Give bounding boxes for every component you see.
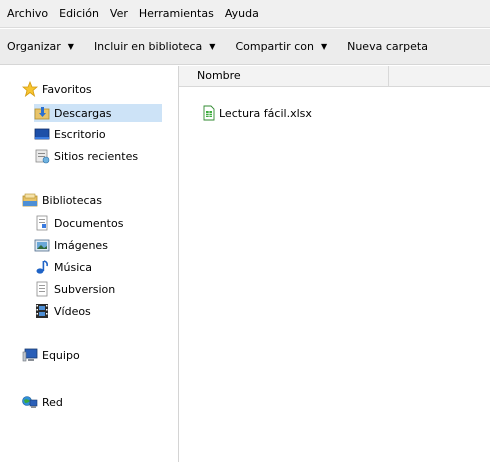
star-icon (22, 81, 38, 97)
include-in-library-button[interactable]: Incluir en biblioteca ▼ (89, 29, 221, 65)
nav-item-escritorio[interactable]: Escritorio (34, 125, 106, 143)
recent-places-icon (34, 148, 50, 164)
pictures-icon (34, 237, 50, 253)
file-list: Lectura fácil.xlsx (179, 88, 490, 462)
nav-item-label: Subversion (54, 282, 116, 296)
nav-item-descargas[interactable]: Descargas (34, 104, 162, 122)
new-folder-label: Nueva carpeta (347, 39, 428, 53)
nav-item-sitios-recientes[interactable]: Sitios recientes (34, 147, 138, 165)
downloads-folder-icon (34, 105, 50, 121)
column-header-name[interactable]: Nombre (179, 66, 389, 86)
menu-archivo[interactable]: Archivo (3, 0, 52, 28)
nav-item-label: Descargas (54, 106, 112, 120)
nav-item-label: Imágenes (54, 238, 108, 252)
computer-icon (22, 347, 38, 363)
desktop-icon (34, 126, 50, 142)
music-note-icon (34, 259, 50, 275)
nav-item-label: Documentos (54, 216, 124, 230)
share-label: Compartir con (235, 39, 314, 53)
video-film-icon (34, 303, 50, 319)
nav-item-imagenes[interactable]: Imágenes (34, 236, 108, 254)
nav-item-label: Escritorio (54, 127, 106, 141)
include-label: Incluir en biblioteca (93, 39, 203, 53)
nav-item-label: Vídeos (54, 304, 91, 318)
command-bar: Organizar ▼ Incluir en biblioteca ▼ Comp… (0, 29, 490, 65)
nav-item-label: Sitios recientes (54, 149, 139, 163)
chevron-down-icon: ▼ (320, 41, 328, 51)
chevron-down-icon: ▼ (209, 41, 216, 51)
nav-computer[interactable]: Equipo (22, 346, 80, 364)
nav-libraries-label: Bibliotecas (42, 193, 103, 207)
column-header-bar: Nombre (179, 66, 490, 87)
navigation-pane: Favoritos Descargas Escritorio Sitios re… (0, 66, 179, 462)
nav-network[interactable]: Red (22, 393, 63, 411)
nav-computer-label: Equipo (42, 348, 80, 362)
organize-label: Organizar (7, 39, 61, 53)
excel-file-icon (201, 105, 217, 121)
nav-item-label: Música (54, 260, 93, 274)
file-item[interactable]: Lectura fácil.xlsx (201, 104, 312, 122)
nav-item-subversion[interactable]: Subversion (34, 280, 115, 298)
new-folder-button[interactable]: Nueva carpeta (342, 29, 433, 65)
organize-button[interactable]: Organizar ▼ (2, 29, 79, 65)
nav-item-musica[interactable]: Música (34, 258, 92, 276)
menu-ayuda[interactable]: Ayuda (221, 0, 263, 28)
documents-icon (34, 215, 50, 231)
share-with-button[interactable]: Compartir con ▼ (230, 29, 332, 65)
file-item-name: Lectura fácil.xlsx (219, 106, 312, 120)
nav-network-label: Red (42, 395, 63, 409)
chevron-down-icon: ▼ (67, 41, 74, 51)
column-header-name-label: Nombre (197, 69, 241, 82)
network-icon (22, 394, 38, 410)
menu-herramientas[interactable]: Herramientas (135, 0, 218, 28)
nav-favorites-label: Favoritos (42, 82, 92, 96)
menu-ver[interactable]: Ver (106, 0, 132, 28)
nav-favorites[interactable]: Favoritos (22, 80, 92, 98)
menu-edicion[interactable]: Edición (55, 0, 103, 28)
menu-bar: Archivo Edición Ver Herramientas Ayuda (0, 0, 490, 28)
document-library-icon (34, 281, 50, 297)
nav-item-videos[interactable]: Vídeos (34, 302, 91, 320)
libraries-icon (22, 192, 38, 208)
nav-item-documentos[interactable]: Documentos (34, 214, 123, 232)
nav-libraries[interactable]: Bibliotecas (22, 191, 102, 209)
